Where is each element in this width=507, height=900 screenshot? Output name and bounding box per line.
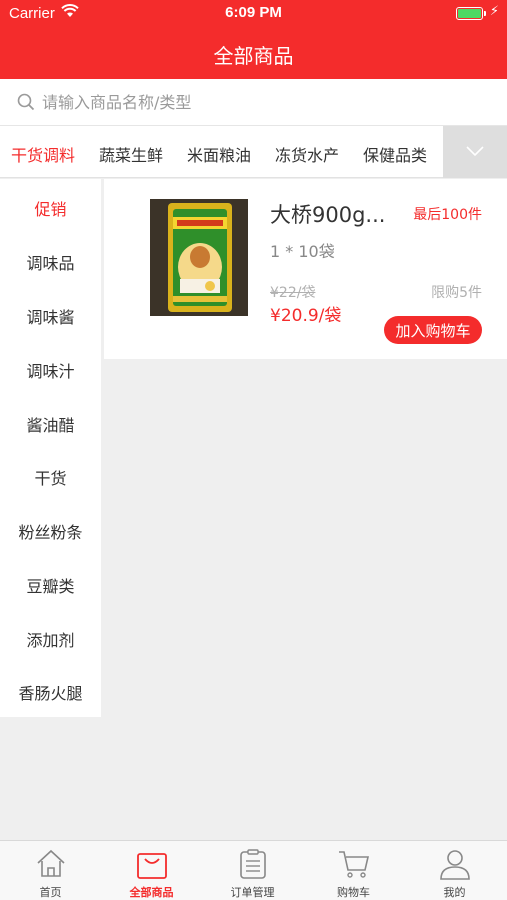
sidebar-item-bean-paste[interactable]: 豆瓣类 xyxy=(0,573,101,597)
sidebar-item-seasoning[interactable]: 调味品 xyxy=(0,250,101,274)
category-tab-vegetables[interactable]: 蔬菜生鲜 xyxy=(99,142,163,166)
page-title: 全部商品 xyxy=(213,44,294,68)
product-image[interactable] xyxy=(150,199,248,316)
sidebar-item-vermicelli[interactable]: 粉丝粉条 xyxy=(0,519,101,543)
category-expand-button[interactable] xyxy=(443,126,507,178)
product-name[interactable]: 大桥900g... xyxy=(270,199,385,229)
order-list-icon xyxy=(240,849,266,879)
home-icon xyxy=(37,849,65,877)
battery-tip xyxy=(484,11,486,16)
tab-home-label: 首页 xyxy=(39,886,62,899)
sidebar-item-soy-vinegar[interactable]: 酱油醋 xyxy=(0,412,101,436)
sidebar-item-sauce[interactable]: 调味酱 xyxy=(0,304,101,328)
category-tab-dried-seasoning[interactable]: 干货调料 xyxy=(11,142,75,166)
sidebar-item-dried-goods[interactable]: 干货 xyxy=(0,465,101,489)
tab-orders-label: 订单管理 xyxy=(230,886,275,899)
tab-all-products[interactable]: 全部商品 xyxy=(101,841,202,900)
shopping-bag-icon xyxy=(137,853,167,879)
search-icon xyxy=(17,93,35,115)
stock-badge: 最后100件 xyxy=(413,207,482,223)
search-input[interactable] xyxy=(42,89,482,115)
original-price: ¥22/袋 xyxy=(270,285,316,301)
tab-cart-label: 购物车 xyxy=(337,886,370,899)
tab-profile[interactable]: 我的 xyxy=(404,841,505,900)
subcategory-sidebar: 促销 调味品 调味酱 调味汁 酱油醋 干货 粉丝粉条 豆瓣类 添加剂 香肠火腿 xyxy=(0,179,101,717)
status-bar: Carrier 6:09 PM ⚡ xyxy=(0,0,507,28)
search-bar[interactable] xyxy=(0,79,507,126)
tab-home[interactable]: 首页 xyxy=(0,841,101,900)
sidebar-item-additives[interactable]: 添加剂 xyxy=(0,627,101,651)
current-price: ¥20.9/袋 xyxy=(270,306,342,326)
purchase-limit: 限购5件 xyxy=(431,285,482,301)
header-bar: Carrier 6:09 PM ⚡ 全部商品 xyxy=(0,0,507,79)
category-tab-grain-oil[interactable]: 米面粮油 xyxy=(187,142,251,166)
product-card[interactable]: 大桥900g... 最后100件 1 * 10袋 ¥22/袋 限购5件 ¥20.… xyxy=(104,179,507,359)
category-tabs: 干货调料 蔬菜生鲜 米面粮油 冻货水产 保健品类 xyxy=(0,126,507,178)
user-icon xyxy=(440,850,470,880)
tab-profile-label: 我的 xyxy=(443,886,466,899)
add-to-cart-button[interactable]: 加入购物车 xyxy=(384,316,482,344)
category-tab-frozen-seafood[interactable]: 冻货水产 xyxy=(275,142,339,166)
tab-all-products-label: 全部商品 xyxy=(129,886,174,899)
product-spec: 1 * 10袋 xyxy=(270,242,335,261)
sidebar-item-sausage-ham[interactable]: 香肠火腿 xyxy=(0,680,101,704)
tab-orders[interactable]: 订单管理 xyxy=(202,841,303,900)
clock: 6:09 PM xyxy=(225,4,282,21)
battery-icon xyxy=(456,7,483,20)
sidebar-item-juice[interactable]: 调味汁 xyxy=(0,358,101,382)
cart-icon xyxy=(339,851,370,878)
bottom-tab-bar: 首页 全部商品 订单管理 购物车 我的 xyxy=(0,840,507,900)
sidebar-item-promotion[interactable]: 促销 xyxy=(0,196,101,220)
category-tab-health[interactable]: 保健品类 xyxy=(363,142,427,166)
tab-cart[interactable]: 购物车 xyxy=(303,841,404,900)
charging-icon: ⚡ xyxy=(489,4,499,19)
chevron-down-icon xyxy=(466,146,484,157)
